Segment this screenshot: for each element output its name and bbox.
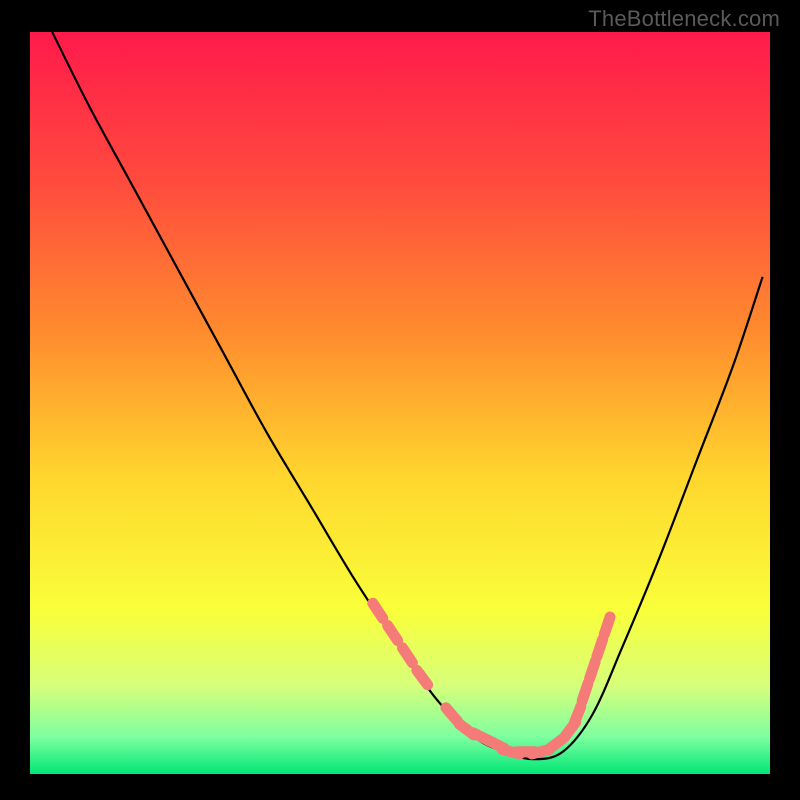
highlight-point: [574, 706, 581, 723]
plot-background: [30, 32, 770, 774]
highlight-point: [582, 684, 588, 701]
highlight-point: [597, 639, 603, 656]
highlight-point: [604, 617, 610, 634]
bottleneck-chart: [0, 0, 800, 800]
chart-frame: TheBottleneck.com: [0, 0, 800, 800]
watermark-label: TheBottleneck.com: [588, 6, 780, 32]
highlight-point: [590, 662, 596, 679]
